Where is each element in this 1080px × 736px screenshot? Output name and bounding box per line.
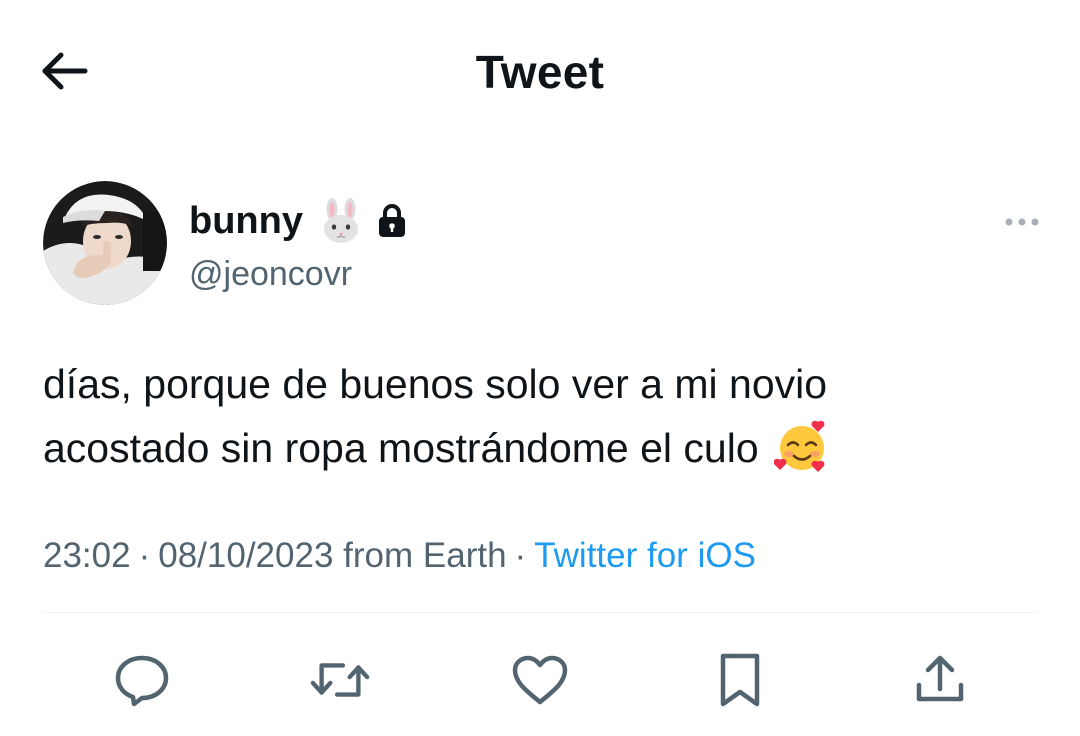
share-button[interactable] xyxy=(910,650,970,710)
share-icon xyxy=(916,655,964,702)
avatar[interactable] xyxy=(43,181,167,305)
meta-separator: · xyxy=(514,536,527,575)
divider xyxy=(43,612,1038,613)
tweet-location: from Earth xyxy=(343,536,507,575)
reply-button[interactable] xyxy=(112,650,172,710)
rabbit-face-emoji xyxy=(319,198,363,244)
source-link[interactable]: Twitter for iOS xyxy=(534,536,756,575)
tweet-meta: 23:02 · 08/10/2023 from Earth · Twitter for … xyxy=(43,532,756,580)
more-options-button[interactable] xyxy=(1000,208,1044,236)
author-handle[interactable]: @jeoncovr xyxy=(189,252,352,296)
heart-icon xyxy=(512,655,568,705)
smiling-face-with-hearts-emoji xyxy=(773,418,830,474)
bookmark-icon xyxy=(720,653,760,707)
bookmark-button[interactable] xyxy=(710,650,770,710)
tweet-text: días, porque de buenos solo ver a mi nov… xyxy=(43,352,1033,480)
reply-icon xyxy=(115,655,169,707)
meta-separator: · xyxy=(138,536,151,575)
author-name: bunny xyxy=(189,200,303,242)
tweet-text-line-2: acostado sin ropa mostrándome el culo xyxy=(43,416,1033,480)
more-horizontal-icon xyxy=(1005,218,1039,226)
top-bar: Tweet xyxy=(0,0,1080,140)
like-button[interactable] xyxy=(510,650,570,710)
page-title: Tweet xyxy=(475,46,605,98)
author-name-row[interactable]: bunny xyxy=(189,196,407,246)
tweet-time[interactable]: 23:02 xyxy=(43,536,131,575)
avatar-photo xyxy=(43,181,167,305)
tweet-date[interactable]: 08/10/2023 xyxy=(158,536,333,575)
tweet-text-line-1: días, porque de buenos solo ver a mi nov… xyxy=(43,361,828,407)
retweet-button[interactable] xyxy=(310,650,370,710)
retweet-icon xyxy=(310,663,370,697)
tweet-text-line-2-text: acostado sin ropa mostrándome el culo xyxy=(43,425,759,471)
lock-icon xyxy=(377,203,407,239)
